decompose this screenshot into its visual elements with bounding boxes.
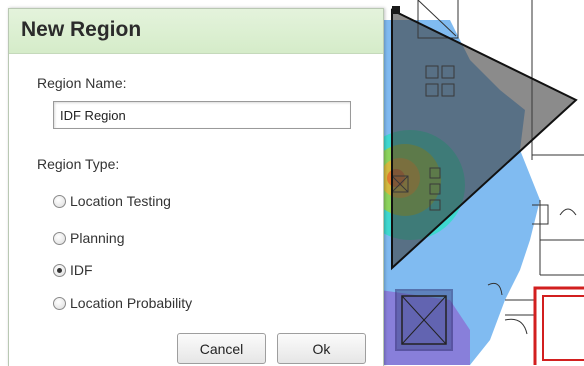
dialog-title: New Region (21, 18, 142, 41)
idf-rack (395, 289, 453, 351)
radio-button[interactable] (53, 194, 66, 208)
cancel-button[interactable]: Cancel (177, 333, 266, 364)
radio-planning[interactable]: Planning (53, 228, 125, 248)
ok-button[interactable]: Ok (277, 333, 366, 364)
restricted-room (533, 286, 584, 365)
radio-location-testing[interactable]: Location Testing (53, 191, 171, 211)
dialog-header: New Region (9, 9, 383, 54)
radio-label: IDF (70, 262, 93, 278)
radio-location-probability[interactable]: Location Probability (53, 293, 192, 313)
radio-label: Location Probability (70, 295, 193, 311)
radio-label: Location Testing (70, 193, 171, 209)
region-name-input[interactable] (53, 101, 351, 129)
radio-button-selected[interactable] (53, 263, 66, 277)
radio-idf[interactable]: IDF (53, 260, 93, 280)
radio-label: Planning (70, 230, 125, 246)
region-type-label: Region Type: (37, 156, 120, 172)
radio-button[interactable] (53, 296, 66, 310)
new-region-dialog: New Region Region Name: Region Type: Loc… (8, 8, 384, 366)
radio-button[interactable] (53, 231, 66, 245)
region-name-label: Region Name: (37, 75, 127, 91)
radio-selected-dot (57, 267, 62, 273)
